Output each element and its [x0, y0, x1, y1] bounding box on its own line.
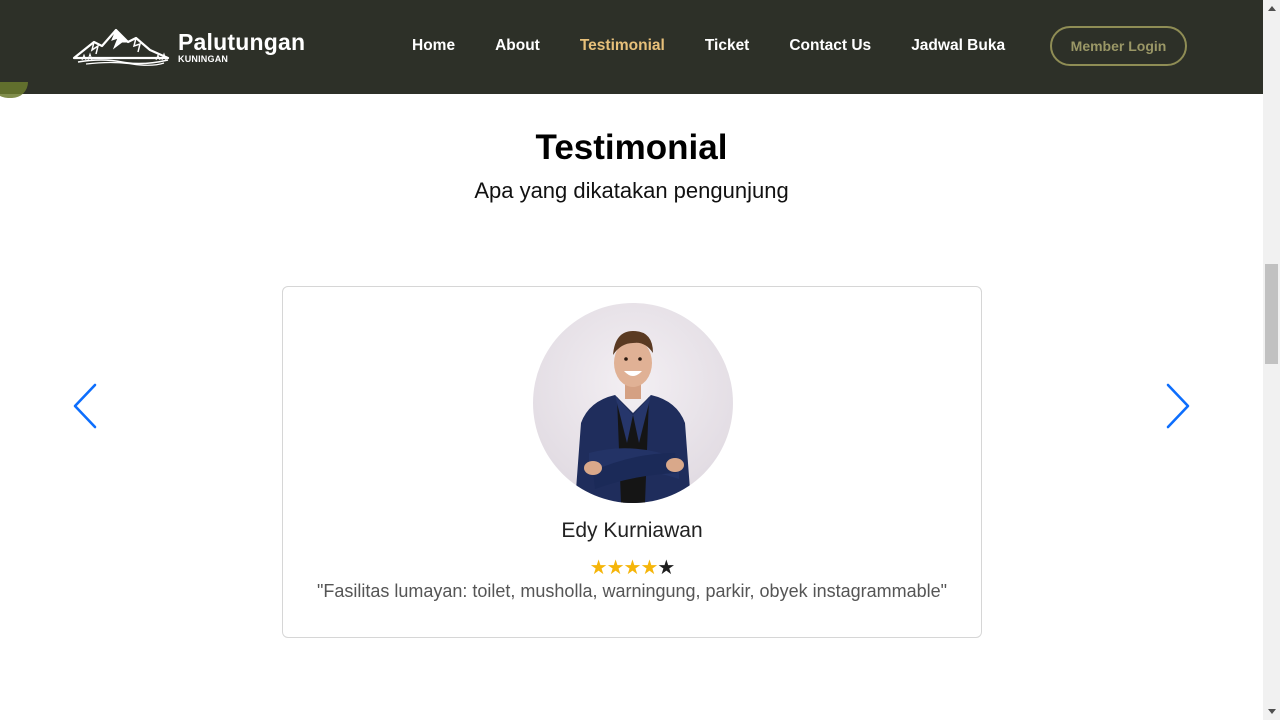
reviewer-name: Edy Kurniawan [561, 519, 703, 542]
scroll-up-icon[interactable] [1263, 0, 1280, 17]
brand-logo[interactable]: Palutungan KUNINGAN [72, 22, 305, 70]
star-filled-icon: ★ [640, 557, 658, 579]
scroll-down-icon[interactable] [1263, 703, 1280, 720]
section-title: Testimonial [535, 128, 728, 167]
mountain-icon [72, 28, 170, 66]
member-login-button[interactable]: Member Login [1050, 26, 1187, 66]
star-empty-icon: ★ [657, 557, 675, 579]
testimonial-quote: "Fasilitas lumayan: toilet, musholla, wa… [316, 581, 948, 601]
nav-jadwal-buka[interactable]: Jadwal Buka [911, 37, 1005, 55]
decorative-leaf [0, 82, 28, 98]
brand-subtitle: KUNINGAN [178, 53, 229, 64]
nav-testimonial[interactable]: Testimonial [580, 37, 665, 55]
section-subtitle: Apa yang dikatakan pengunjung [474, 178, 789, 203]
star-filled-icon: ★ [589, 557, 608, 579]
site-header: Palutungan KUNINGAN Home About Testimoni… [0, 0, 1263, 94]
star-filled-icon: ★ [623, 557, 642, 579]
star-filled-icon: ★ [606, 557, 625, 579]
person-avatar [533, 303, 733, 503]
nav-contact-us[interactable]: Contact Us [789, 37, 871, 55]
nav-ticket[interactable]: Ticket [705, 37, 750, 55]
scrollbar-thumb[interactable] [1265, 264, 1278, 364]
chevron-left-icon[interactable] [70, 382, 100, 430]
brand-name: Palutungan [178, 28, 306, 55]
main-nav: Home About Testimonial Ticket Contact Us… [412, 37, 1045, 55]
star-rating: ★★★★★ [283, 555, 981, 580]
nav-about[interactable]: About [495, 37, 540, 55]
testimonial-card: Edy Kurniawan ★★★★★ "Fasilitas lumayan: … [282, 286, 982, 638]
chevron-right-icon[interactable] [1163, 382, 1193, 430]
nav-home[interactable]: Home [412, 37, 455, 55]
